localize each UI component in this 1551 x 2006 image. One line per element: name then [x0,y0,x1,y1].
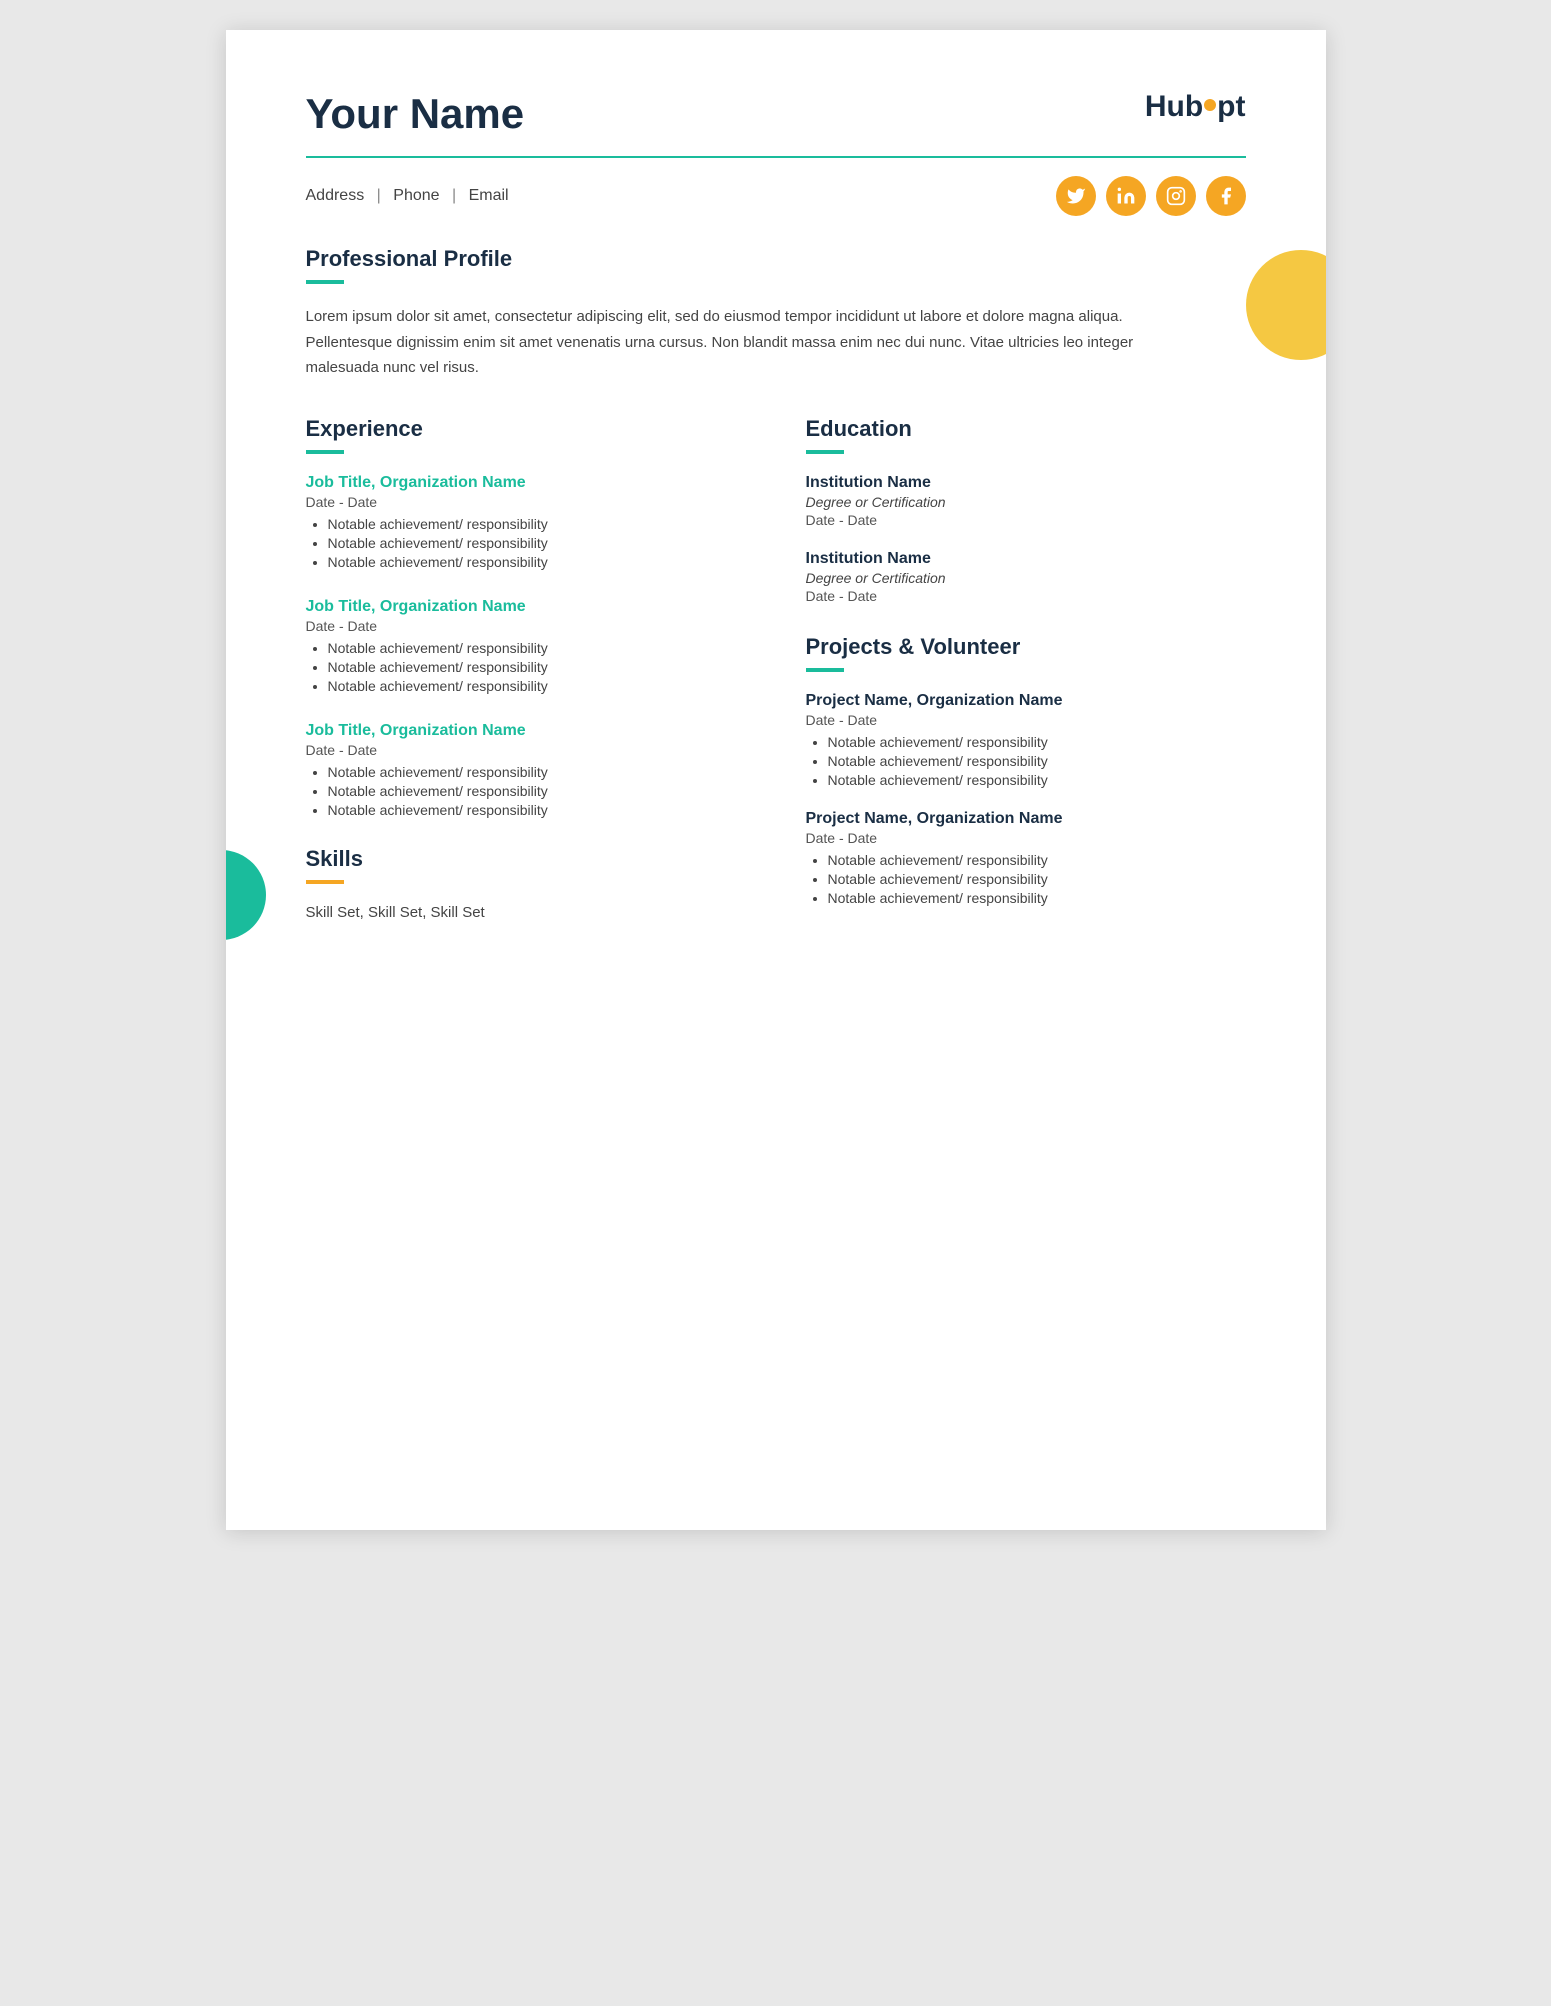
project-date-1: Date - Date [806,712,1246,728]
hubspot-text-2: p [1217,90,1235,124]
proj-achievement-1-2: Notable achievement/ responsibility [828,753,1246,769]
job-title-3: Job Title, Organization Name [306,722,746,740]
achievement-1-3: Notable achievement/ responsibility [328,554,746,570]
twitter-icon[interactable] [1056,176,1096,216]
hubspot-text-1: Hub [1145,90,1203,124]
job-date-1: Date - Date [306,494,746,510]
education-section: Education Institution Name Degree or Cer… [806,416,1246,604]
experience-section: Experience Job Title, Organization Name … [306,416,746,818]
degree-2: Degree or Certification [806,570,1246,586]
edu-date-1: Date - Date [806,512,1246,528]
proj-achievement-1-3: Notable achievement/ responsibility [828,772,1246,788]
profile-title: Professional Profile [306,246,1246,272]
skills-title: Skills [306,846,746,872]
contact-info: Address | Phone | Email [306,187,509,205]
job-title-2: Job Title, Organization Name [306,598,746,616]
job-date-3: Date - Date [306,742,746,758]
projects-underline [806,668,844,672]
skills-section: Skills Skill Set, Skill Set, Skill Set [306,846,746,921]
job-entry-1: Job Title, Organization Name Date - Date… [306,474,746,570]
deco-teal-blob [226,850,266,940]
projects-section: Projects & Volunteer Project Name, Organ… [806,634,1246,906]
profile-underline [306,280,344,284]
project-date-2: Date - Date [806,830,1246,846]
skills-underline [306,880,344,884]
achievement-2-1: Notable achievement/ responsibility [328,640,746,656]
achievement-1-1: Notable achievement/ responsibility [328,516,746,532]
achievement-2-3: Notable achievement/ responsibility [328,678,746,694]
experience-title: Experience [306,416,746,442]
education-underline [806,450,844,454]
hubspot-text-3: t [1236,90,1246,124]
project-achievements-2: Notable achievement/ responsibility Nota… [806,852,1246,906]
contact-email: Email [469,187,509,204]
edu-entry-2: Institution Name Degree or Certification… [806,550,1246,604]
deco-yellow-circle [1246,250,1326,360]
degree-1: Degree or Certification [806,494,1246,510]
skills-text: Skill Set, Skill Set, Skill Set [306,904,746,921]
linkedin-icon[interactable] [1106,176,1146,216]
sep-2: | [452,187,456,204]
edu-date-2: Date - Date [806,588,1246,604]
institution-2: Institution Name [806,550,1246,568]
proj-achievement-2-3: Notable achievement/ responsibility [828,890,1246,906]
achievement-2-2: Notable achievement/ responsibility [328,659,746,675]
social-icons [1056,176,1246,216]
sep-1: | [377,187,381,204]
col-left: Experience Job Title, Organization Name … [306,416,746,936]
institution-1: Institution Name [806,474,1246,492]
facebook-icon[interactable] [1206,176,1246,216]
hubspot-dot [1204,99,1216,111]
job-achievements-3: Notable achievement/ responsibility Nota… [306,764,746,818]
resume-name: Your Name [306,90,525,138]
profile-text: Lorem ipsum dolor sit amet, consectetur … [306,304,1206,381]
job-achievements-1: Notable achievement/ responsibility Nota… [306,516,746,570]
header: Your Name Hubpt [306,90,1246,138]
proj-achievement-2-2: Notable achievement/ responsibility [828,871,1246,887]
experience-underline [306,450,344,454]
achievement-3-3: Notable achievement/ responsibility [328,802,746,818]
project-entry-1: Project Name, Organization Name Date - D… [806,692,1246,788]
contact-row: Address | Phone | Email [306,176,1246,216]
project-title-1: Project Name, Organization Name [806,692,1246,710]
profile-section: Professional Profile Lorem ipsum dolor s… [306,246,1246,381]
hubspot-logo: Hubpt [1145,90,1246,124]
job-achievements-2: Notable achievement/ responsibility Nota… [306,640,746,694]
proj-achievement-2-1: Notable achievement/ responsibility [828,852,1246,868]
job-date-2: Date - Date [306,618,746,634]
col-right: Education Institution Name Degree or Cer… [806,416,1246,936]
achievement-1-2: Notable achievement/ responsibility [328,535,746,551]
header-divider [306,156,1246,158]
resume-page: Your Name Hubpt Address | Phone | Email [226,30,1326,1530]
job-entry-3: Job Title, Organization Name Date - Date… [306,722,746,818]
project-title-2: Project Name, Organization Name [806,810,1246,828]
job-entry-2: Job Title, Organization Name Date - Date… [306,598,746,694]
edu-entry-1: Institution Name Degree or Certification… [806,474,1246,528]
education-title: Education [806,416,1246,442]
job-title-1: Job Title, Organization Name [306,474,746,492]
contact-phone: Phone [393,187,439,204]
contact-address: Address [306,187,365,204]
instagram-icon[interactable] [1156,176,1196,216]
project-entry-2: Project Name, Organization Name Date - D… [806,810,1246,906]
achievement-3-2: Notable achievement/ responsibility [328,783,746,799]
proj-achievement-1-1: Notable achievement/ responsibility [828,734,1246,750]
project-achievements-1: Notable achievement/ responsibility Nota… [806,734,1246,788]
projects-title: Projects & Volunteer [806,634,1246,660]
achievement-3-1: Notable achievement/ responsibility [328,764,746,780]
two-col-layout: Experience Job Title, Organization Name … [306,416,1246,936]
